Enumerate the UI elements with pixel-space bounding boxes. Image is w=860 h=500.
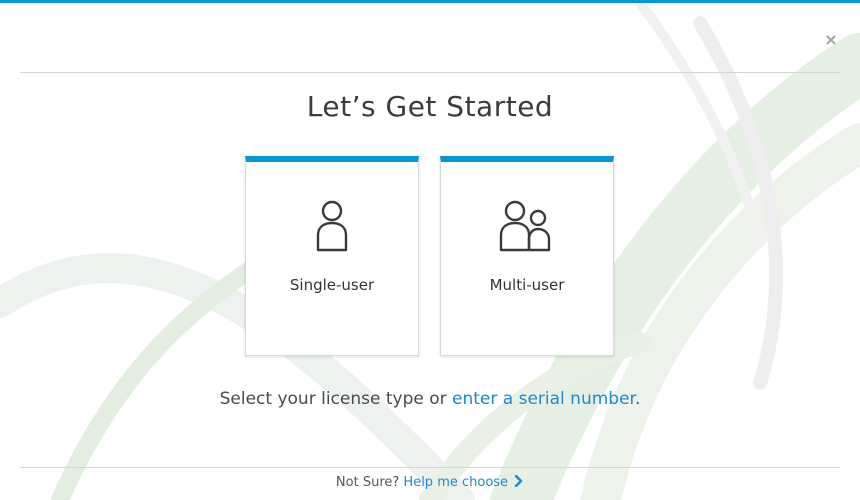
close-icon: × bbox=[824, 29, 838, 49]
prompt-text: Select your license type or bbox=[219, 389, 453, 409]
multi-user-label: Multi-user bbox=[489, 276, 565, 294]
license-prompt: Select your license type or enter a seri… bbox=[0, 389, 860, 409]
background-artwork bbox=[0, 3, 860, 500]
close-button[interactable]: × bbox=[820, 28, 842, 50]
chevron-right-icon bbox=[514, 475, 523, 487]
not-sure-text: Not Sure? bbox=[335, 475, 400, 490]
footer-divider bbox=[20, 467, 840, 468]
header-divider bbox=[20, 72, 840, 73]
single-user-label: Single-user bbox=[289, 276, 375, 294]
single-user-icon bbox=[246, 198, 418, 254]
footer: Not Sure? Help me choose bbox=[0, 475, 860, 490]
page-title: Let’s Get Started bbox=[306, 90, 554, 123]
enter-serial-number-link[interactable]: enter a serial number bbox=[452, 389, 635, 409]
help-me-choose-label: Help me choose bbox=[403, 475, 509, 490]
single-user-option[interactable]: Single-user bbox=[245, 156, 419, 356]
multi-user-option[interactable]: Multi-user bbox=[440, 156, 614, 356]
help-me-choose-link[interactable]: Help me choose bbox=[403, 475, 524, 490]
prompt-period: . bbox=[634, 389, 641, 409]
multi-user-icon bbox=[441, 198, 613, 254]
